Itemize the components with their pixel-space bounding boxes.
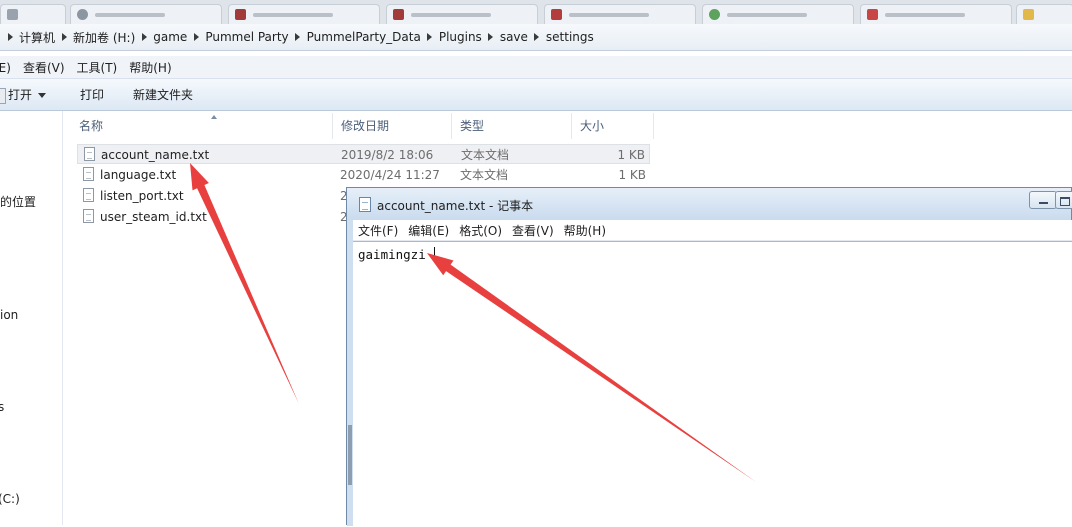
tab-favicon-icon [7,9,18,20]
column-header-name[interactable]: 名称 [71,113,333,139]
notepad-menu-bar: 文件(F) 编辑(E) 格式(O) 查看(V) 帮助(H) [353,220,1072,241]
breadcrumb-item-current[interactable]: settings [543,30,597,44]
breadcrumb-item[interactable]: PummelParty_Data [304,30,424,44]
breadcrumb-separator-icon[interactable] [138,28,150,46]
breadcrumb-separator-icon[interactable] [4,28,16,46]
file-size: 1 KB [617,148,645,162]
nav-item[interactable]: (C:) [0,492,20,506]
breadcrumb-separator-icon[interactable] [58,28,70,46]
breadcrumb-separator-icon[interactable] [531,28,543,46]
explorer-toolbar: 打开 打印 新建文件夹 [0,79,1072,111]
nav-item[interactable]: ion [0,308,18,322]
breadcrumb-item[interactable]: Pummel Party [202,30,291,44]
breadcrumb-item[interactable]: 新加卷 (H:) [70,29,138,46]
new-folder-button[interactable]: 新建文件夹 [133,86,193,104]
text-file-icon [83,209,94,223]
tab-favicon-icon [709,9,720,20]
menu-edit[interactable]: 编辑(E) [0,59,17,76]
sort-ascending-icon [211,115,217,119]
scrollbar-thumb[interactable] [348,425,352,485]
column-header-label: 名称 [79,119,104,133]
file-name: listen_port.txt [100,189,184,203]
breadcrumb-separator-icon[interactable] [424,28,436,46]
open-button[interactable]: 打开 [8,86,47,104]
browser-tab-strip [0,0,1072,25]
notepad-title-bar[interactable]: account_name.txt - 记事本 [347,188,1072,220]
tab-favicon-icon [1023,9,1034,20]
menu-tools[interactable]: 工具(T) [71,59,124,76]
address-bar[interactable]: 计算机 新加卷 (H:) game Pummel Party PummelPar… [0,24,1072,51]
notepad-window[interactable]: account_name.txt - 记事本 文件(F) 编辑(E) 格式(O)… [346,187,1072,527]
breadcrumb: 计算机 新加卷 (H:) game Pummel Party PummelPar… [4,28,597,46]
browser-tab[interactable] [386,4,538,25]
menu-view[interactable]: 查看(V) [17,59,71,76]
browser-tab[interactable] [544,4,696,25]
open-button-label: 打开 [8,88,33,102]
column-header-label: 类型 [460,119,485,133]
browser-tab[interactable] [228,4,380,25]
browser-tab[interactable] [1016,4,1072,25]
column-header-label: 修改日期 [341,119,390,133]
text-file-icon [84,147,95,161]
notepad-menu-help[interactable]: 帮助(H) [559,222,611,239]
column-header-date[interactable]: 修改日期 [333,113,452,139]
text-caret [434,247,435,262]
minimize-button[interactable] [1029,191,1057,209]
browser-tab[interactable] [702,4,854,25]
menu-help[interactable]: 帮助(H) [123,59,177,76]
column-header-label: 大小 [580,119,605,133]
notepad-content: gaimingzi [358,247,426,262]
file-name: user_steam_id.txt [100,210,207,224]
breadcrumb-separator-icon[interactable] [292,28,304,46]
notepad-menu-format[interactable]: 格式(O) [454,222,507,239]
tab-favicon-icon [551,9,562,20]
notepad-menu-file[interactable]: 文件(F) [353,222,403,239]
breadcrumb-item[interactable]: save [497,30,531,44]
nav-item[interactable]: 的位置 [0,193,36,210]
file-type: 文本文档 [460,168,509,182]
notepad-text-area[interactable]: gaimingzi [353,241,1072,527]
breadcrumb-item[interactable]: 计算机 [16,29,58,46]
file-name: language.txt [100,168,177,182]
maximize-button[interactable] [1055,191,1072,209]
text-file-icon [83,188,94,202]
file-size: 1 KB [618,168,646,182]
notepad-document-icon [359,197,371,212]
browser-tab[interactable] [0,4,66,25]
file-row[interactable]: language.txt 2020/4/24 11:27 文本文档 1 KB [77,165,650,185]
tab-favicon-icon [393,9,404,20]
breadcrumb-item[interactable]: game [150,30,190,44]
file-date: 2020/4/24 11:27 [340,168,440,182]
tab-favicon-icon [77,9,88,20]
file-row[interactable]: account_name.txt 2019/8/2 18:06 文本文档 1 K… [77,144,650,164]
column-header-size[interactable]: 大小 [572,113,654,139]
chevron-down-icon[interactable] [38,93,47,98]
breadcrumb-separator-icon[interactable] [190,28,202,46]
file-date: 2019/8/2 18:06 [341,148,434,162]
column-header-type[interactable]: 类型 [452,113,572,139]
file-name: account_name.txt [101,148,210,162]
breadcrumb-item[interactable]: Plugins [436,30,485,44]
print-button[interactable]: 打印 [80,86,104,104]
notepad-menu-view[interactable]: 查看(V) [507,222,559,239]
explorer-menu-bar: 编辑(E) 查看(V) 工具(T) 帮助(H) [0,56,1072,79]
browser-tab[interactable] [860,4,1012,25]
tab-favicon-icon [235,9,246,20]
breadcrumb-separator-icon[interactable] [485,28,497,46]
tab-favicon-icon [867,9,878,20]
browser-tab[interactable] [70,4,222,25]
notepad-menu-edit[interactable]: 编辑(E) [403,222,454,239]
notepad-title: account_name.txt - 记事本 [377,199,534,213]
open-app-icon [0,88,6,104]
navigation-pane: 的位置 ion s (C:) [0,111,63,525]
file-type: 文本文档 [461,148,510,162]
text-file-icon [83,167,94,181]
nav-item[interactable]: s [0,400,4,414]
